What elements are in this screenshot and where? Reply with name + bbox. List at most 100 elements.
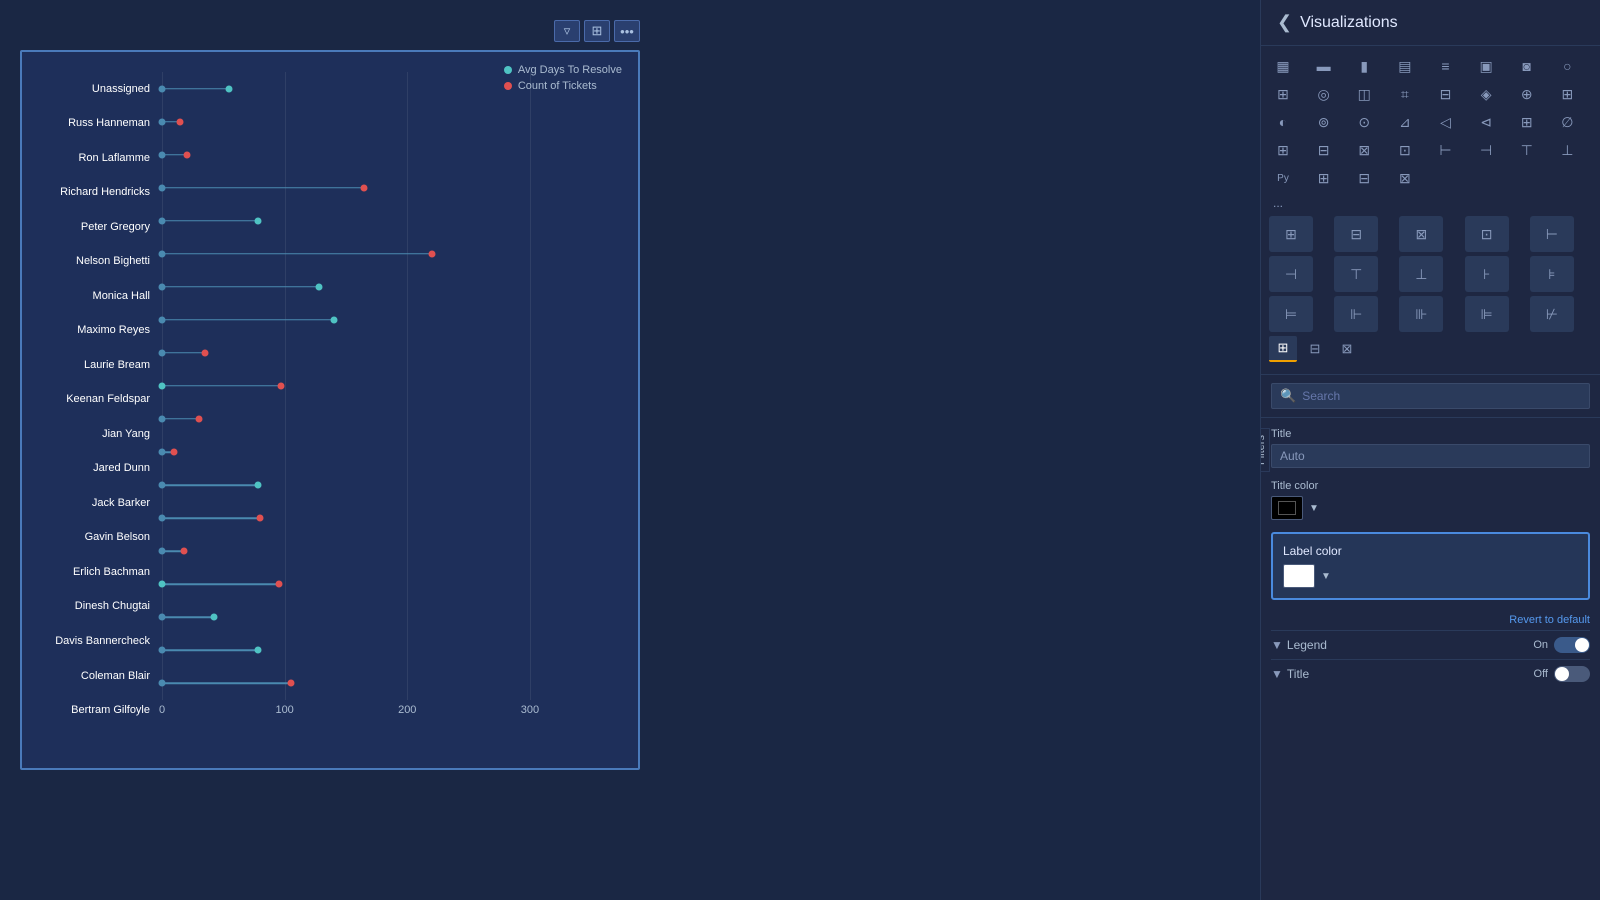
- viz-icon-r[interactable]: ⊞: [1310, 166, 1338, 190]
- expand-button[interactable]: ⊞: [584, 20, 610, 42]
- table-row[interactable]: [162, 570, 628, 598]
- table-row[interactable]: [162, 636, 628, 664]
- viz-icon-area[interactable]: ▣: [1472, 54, 1500, 78]
- special-icon-analytics[interactable]: ⊠: [1333, 336, 1361, 362]
- viz-icon-waterfall[interactable]: ⊚: [1310, 110, 1338, 134]
- table-row[interactable]: [162, 75, 628, 103]
- viz-icon-narr[interactable]: ⊟: [1310, 138, 1338, 162]
- table-row[interactable]: [162, 240, 628, 268]
- label-color-swatch[interactable]: [1283, 564, 1315, 588]
- dot-start: [159, 581, 166, 588]
- dot-start: [159, 680, 166, 687]
- viz-icon-shape[interactable]: ⊿: [1391, 110, 1419, 134]
- viz-icon-kpi[interactable]: ∅: [1553, 110, 1581, 134]
- table-row[interactable]: [162, 273, 628, 301]
- revert-link[interactable]: Revert to default: [1271, 610, 1590, 630]
- table-row[interactable]: [162, 108, 628, 136]
- custom-icon-10[interactable]: ⊧: [1530, 256, 1574, 292]
- custom-icon-6[interactable]: ⊣: [1269, 256, 1313, 292]
- viz-icon-matrix[interactable]: ⊞: [1553, 82, 1581, 106]
- custom-icon-3[interactable]: ⊠: [1399, 216, 1443, 252]
- viz-icon-donut[interactable]: ◎: [1310, 82, 1338, 106]
- label-color-dropdown[interactable]: ▼: [1321, 571, 1331, 582]
- dumbbell-line: [162, 319, 334, 321]
- viz-icon-stacked-col[interactable]: ▤: [1391, 54, 1419, 78]
- viz-icon-button[interactable]: ⊡: [1391, 138, 1419, 162]
- title-chevron[interactable]: ▼: [1271, 667, 1283, 681]
- table-row[interactable]: [162, 306, 628, 334]
- title-color-swatch[interactable]: [1271, 496, 1303, 520]
- viz-icon-bookmark[interactable]: ⊠: [1350, 138, 1378, 162]
- custom-icon-4[interactable]: ⊡: [1465, 216, 1509, 252]
- viz-icon-column[interactable]: ▮: [1350, 54, 1378, 78]
- y-label: Keenan Feldspar: [32, 386, 154, 414]
- viz-icon-funnel[interactable]: ◐: [1269, 110, 1297, 134]
- viz-icon-decomp[interactable]: ⊞: [1269, 138, 1297, 162]
- viz-icon-blank[interactable]: ⊥: [1553, 138, 1581, 162]
- more-icons-button[interactable]: ...: [1269, 194, 1592, 212]
- viz-icon-bar[interactable]: ▦: [1269, 54, 1297, 78]
- custom-icon-13[interactable]: ⊪: [1399, 296, 1443, 332]
- viz-icon-text[interactable]: ⊲: [1472, 110, 1500, 134]
- table-row[interactable]: [162, 141, 628, 169]
- table-row[interactable]: [162, 339, 628, 367]
- viz-icon-line[interactable]: ≡: [1432, 54, 1460, 78]
- viz-icon-stacked-bar[interactable]: ▬: [1310, 54, 1338, 78]
- table-row[interactable]: [162, 504, 628, 532]
- table-row[interactable]: [162, 372, 628, 400]
- title-toggle[interactable]: [1554, 666, 1590, 682]
- viz-icon-gauge[interactable]: ⊟: [1432, 82, 1460, 106]
- custom-icon-11[interactable]: ⊨: [1269, 296, 1313, 332]
- filters-tab[interactable]: Filters: [1260, 428, 1270, 472]
- viz-icon-power-auto[interactable]: ⊤: [1513, 138, 1541, 162]
- legend-chevron[interactable]: ▼: [1271, 638, 1283, 652]
- dot-start: [159, 250, 166, 257]
- viz-icon-r2[interactable]: ⊟: [1350, 166, 1378, 190]
- title-input[interactable]: [1271, 444, 1590, 468]
- custom-icon-14[interactable]: ⊫: [1465, 296, 1509, 332]
- table-row[interactable]: [162, 669, 628, 697]
- table-row[interactable]: [162, 603, 628, 631]
- viz-icon-scatter[interactable]: ○: [1553, 54, 1581, 78]
- viz-icon-tree[interactable]: ◫: [1350, 82, 1378, 106]
- viz-icon-pagn[interactable]: ⊢: [1432, 138, 1460, 162]
- table-row[interactable]: [162, 438, 628, 466]
- custom-icon-12[interactable]: ⊩: [1334, 296, 1378, 332]
- viz-icon-blank2[interactable]: ⊠: [1391, 166, 1419, 190]
- special-icon-table[interactable]: ⊞: [1269, 336, 1297, 362]
- viz-icon-card[interactable]: ◈: [1472, 82, 1500, 106]
- viz-icon-slicer[interactable]: ⊙: [1350, 110, 1378, 134]
- chart-plot[interactable]: 0100200300: [162, 72, 628, 728]
- more-button[interactable]: •••: [614, 20, 640, 42]
- dumbbell-line: [162, 187, 364, 189]
- viz-icon-pie[interactable]: ⊞: [1269, 82, 1297, 106]
- y-label: Unassigned: [32, 75, 154, 103]
- viz-icon-map[interactable]: ⌗: [1391, 82, 1419, 106]
- viz-icon-qs[interactable]: ⊞: [1513, 110, 1541, 134]
- table-row[interactable]: [162, 174, 628, 202]
- legend-toggle[interactable]: [1554, 637, 1590, 653]
- viz-icon-table[interactable]: ⊕: [1513, 82, 1541, 106]
- icon-row-3: ◐ ⊚ ⊙ ⊿ ◁ ⊲ ⊞ ∅: [1269, 110, 1592, 134]
- table-row[interactable]: [162, 405, 628, 433]
- table-row[interactable]: [162, 207, 628, 235]
- custom-icon-15[interactable]: ⊬: [1530, 296, 1574, 332]
- custom-icon-2[interactable]: ⊟: [1334, 216, 1378, 252]
- viz-icon-image[interactable]: ◁: [1432, 110, 1460, 134]
- viz-icon-ribbon[interactable]: ◙: [1513, 54, 1541, 78]
- filter-button[interactable]: ▿: [554, 20, 580, 42]
- back-button[interactable]: ❮: [1277, 12, 1292, 33]
- title-color-dropdown[interactable]: ▼: [1309, 503, 1319, 514]
- special-icon-format[interactable]: ⊟: [1301, 336, 1329, 362]
- table-row[interactable]: [162, 471, 628, 499]
- table-row[interactable]: [162, 537, 628, 565]
- dot-end: [181, 548, 188, 555]
- viz-icon-azure[interactable]: ⊣: [1472, 138, 1500, 162]
- viz-icon-python[interactable]: Py: [1269, 166, 1297, 190]
- custom-icon-9[interactable]: ⊦: [1465, 256, 1509, 292]
- search-input[interactable]: [1302, 389, 1581, 403]
- custom-icon-1[interactable]: ⊞: [1269, 216, 1313, 252]
- custom-icon-5[interactable]: ⊢: [1530, 216, 1574, 252]
- custom-icon-7[interactable]: ⊤: [1334, 256, 1378, 292]
- custom-icon-8[interactable]: ⊥: [1399, 256, 1443, 292]
